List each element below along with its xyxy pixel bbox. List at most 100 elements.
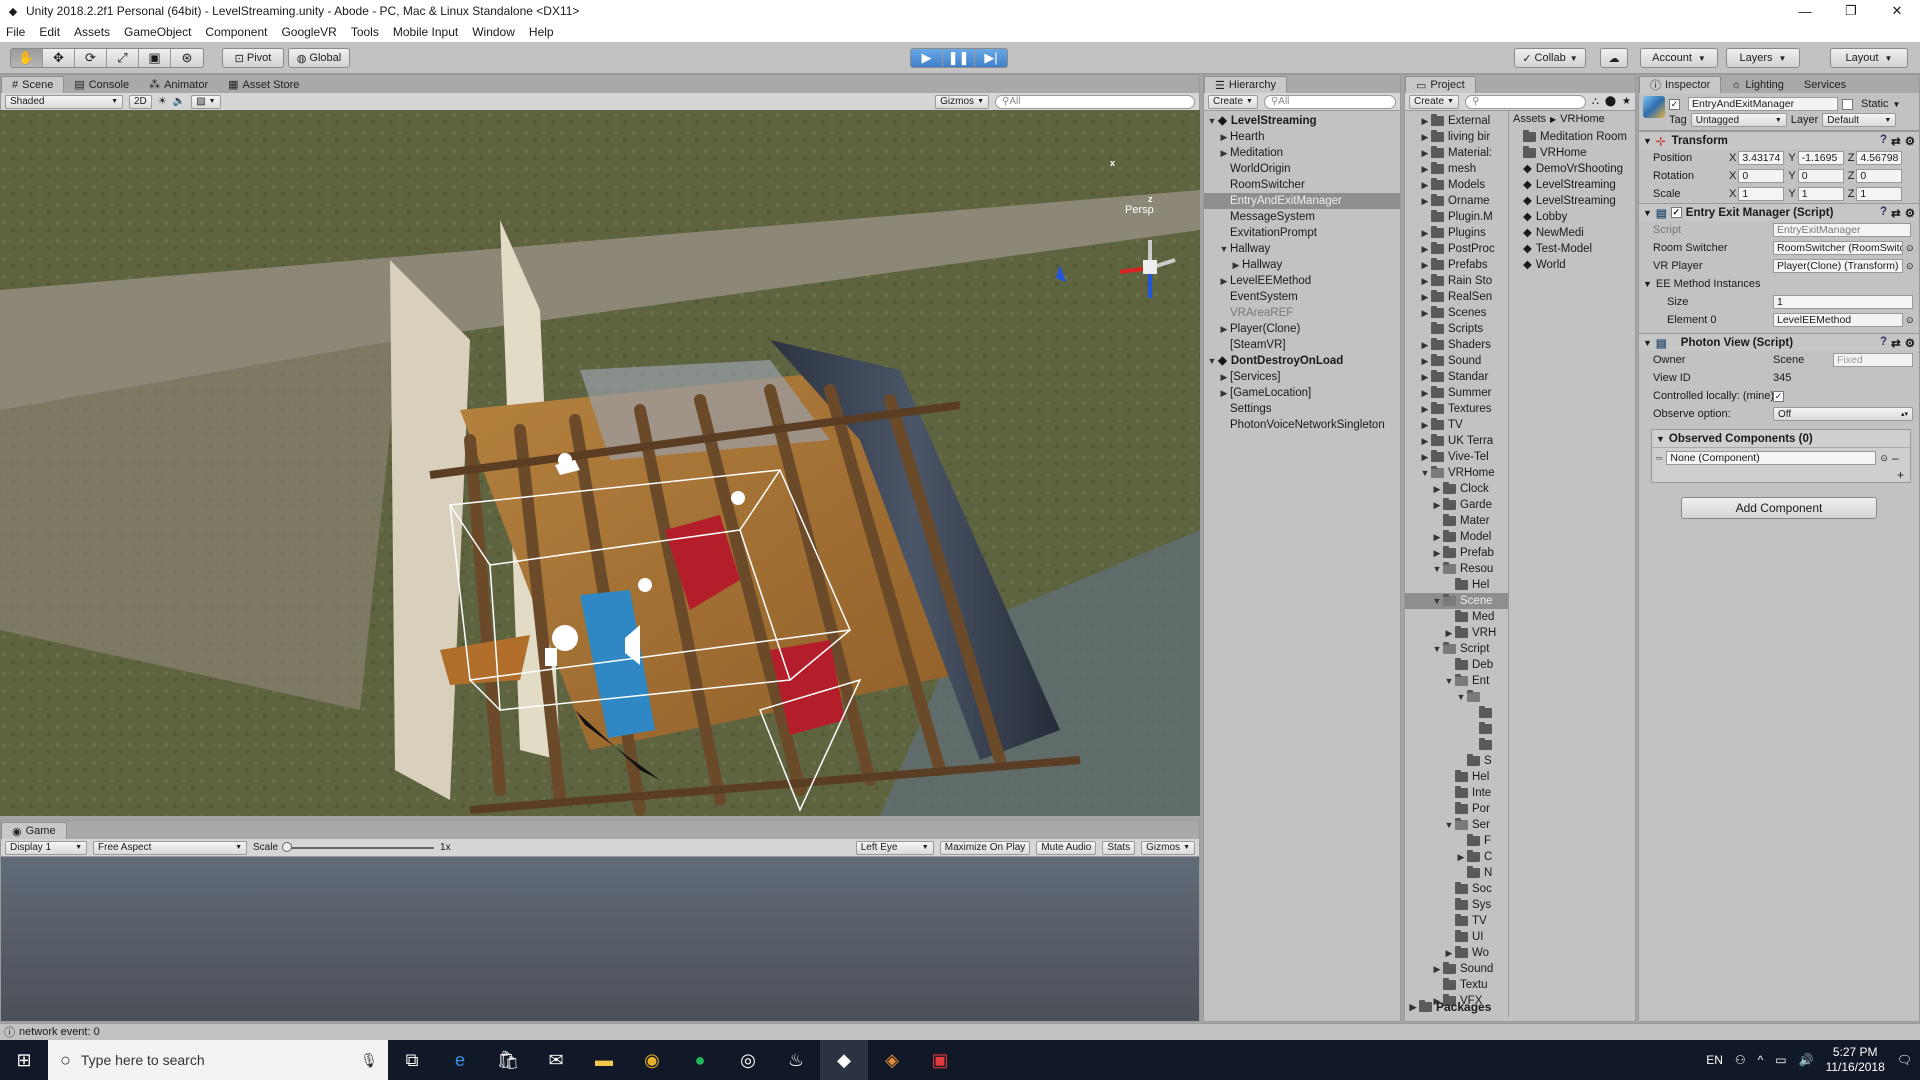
folder-item[interactable]: Sys: [1405, 897, 1508, 913]
expand-arrow-icon[interactable]: ▶: [1419, 337, 1431, 353]
transform-z-field[interactable]: 4.56798: [1856, 151, 1903, 165]
taskbar-search-box[interactable]: ○ Type here to search 🎙: [48, 1040, 388, 1080]
expand-arrow-icon[interactable]: ▼: [1656, 434, 1665, 444]
observed-component-field[interactable]: None (Component): [1666, 451, 1877, 465]
minimize-button[interactable]: —: [1782, 0, 1828, 22]
file-explorer-icon[interactable]: ▬: [580, 1040, 628, 1080]
project-file-item[interactable]: Meditation Room: [1509, 129, 1635, 145]
folder-item[interactable]: Scripts: [1405, 321, 1508, 337]
expand-arrow-icon[interactable]: ▼: [1643, 136, 1652, 146]
tab-game[interactable]: ◉ Game: [1, 822, 67, 839]
folder-item[interactable]: ▶ Textures: [1405, 401, 1508, 417]
expand-arrow-icon[interactable]: ▶: [1419, 353, 1431, 369]
folder-item[interactable]: ▼ Ent: [1405, 673, 1508, 689]
expand-arrow-icon[interactable]: ▼: [1218, 241, 1230, 257]
language-indicator[interactable]: EN: [1706, 1053, 1723, 1067]
folder-item[interactable]: ▶ Models: [1405, 177, 1508, 193]
account-dropdown[interactable]: Account ▼: [1640, 48, 1718, 68]
hierarchy-item[interactable]: Settings: [1204, 401, 1400, 417]
expand-arrow-icon[interactable]: ▶: [1419, 145, 1431, 161]
play-icon[interactable]: ▶: [911, 49, 943, 67]
project-file-item[interactable]: ◆ LevelStreaming: [1509, 193, 1635, 209]
folder-item[interactable]: S: [1405, 753, 1508, 769]
cloud-button[interactable]: ☁: [1600, 48, 1628, 68]
folder-item[interactable]: ▶ TV: [1405, 417, 1508, 433]
element-0-field[interactable]: LevelEEMethod: [1773, 313, 1903, 327]
folder-item[interactable]: ▶ Sound: [1405, 353, 1508, 369]
folder-item[interactable]: Soc: [1405, 881, 1508, 897]
expand-arrow-icon[interactable]: ▶: [1419, 257, 1431, 273]
folder-item[interactable]: ▶ Standar: [1405, 369, 1508, 385]
breadcrumb-assets[interactable]: Assets: [1513, 113, 1546, 125]
project-file-item[interactable]: ◆ World: [1509, 257, 1635, 273]
rect-tool-icon[interactable]: ▣: [139, 49, 171, 67]
expand-arrow-icon[interactable]: ▶: [1419, 225, 1431, 241]
tab-lighting[interactable]: ☼ Lighting: [1721, 76, 1794, 93]
expand-arrow-icon[interactable]: ▶: [1431, 961, 1443, 977]
tab-inspector[interactable]: ⓘ Inspector: [1639, 76, 1722, 93]
hierarchy-item[interactable]: ExvitationPrompt: [1204, 225, 1400, 241]
hierarchy-item[interactable]: ▼ ◆ DontDestroyOnLoad: [1204, 353, 1400, 369]
git-icon[interactable]: ◈: [868, 1040, 916, 1080]
gear-icon[interactable]: ⚙: [1905, 206, 1915, 220]
expand-arrow-icon[interactable]: ▼: [1443, 673, 1455, 689]
folder-item[interactable]: ▶ Summer: [1405, 385, 1508, 401]
tab-scene[interactable]: # Scene: [1, 76, 65, 93]
expand-arrow-icon[interactable]: ▼: [1431, 561, 1443, 577]
hierarchy-item[interactable]: ▶ Meditation: [1204, 145, 1400, 161]
rotate-tool-icon[interactable]: ⟳: [75, 49, 107, 67]
preset-icon[interactable]: ⇄: [1891, 206, 1901, 220]
folder-item[interactable]: ▶ RealSen: [1405, 289, 1508, 305]
preset-icon[interactable]: ⇄: [1891, 336, 1901, 350]
slider-handle[interactable]: [282, 841, 293, 852]
expand-arrow-icon[interactable]: ▼: [1643, 208, 1652, 218]
folder-item[interactable]: ▶ Prefabs: [1405, 257, 1508, 273]
hierarchy-item[interactable]: ▼ ◆ LevelStreaming: [1204, 113, 1400, 129]
tab-console[interactable]: ▤ Console: [64, 76, 139, 93]
store-icon[interactable]: 🛍: [484, 1040, 532, 1080]
filter-type-icon[interactable]: ⛬: [1592, 96, 1599, 107]
project-search-input[interactable]: ⚲: [1464, 94, 1586, 109]
hierarchy-item[interactable]: ▶ Player(Clone): [1204, 321, 1400, 337]
perspective-label[interactable]: Persp: [1125, 204, 1154, 216]
expand-arrow-icon[interactable]: ▶: [1419, 113, 1431, 129]
folder-item[interactable]: ▶ Garde: [1405, 497, 1508, 513]
layout-dropdown[interactable]: Layout ▼: [1830, 48, 1908, 68]
project-file-item[interactable]: ◆ DemoVrShooting: [1509, 161, 1635, 177]
scene-viewport[interactable]: x z Persp: [0, 110, 1200, 816]
transform-x-field[interactable]: 1: [1738, 187, 1785, 201]
hierarchy-item[interactable]: ▼ Hallway: [1204, 241, 1400, 257]
project-file-item[interactable]: ◆ NewMedi: [1509, 225, 1635, 241]
expand-arrow-icon[interactable]: ▶: [1419, 305, 1431, 321]
folder-item[interactable]: N: [1405, 865, 1508, 881]
help-icon[interactable]: ?: [1880, 206, 1887, 220]
controlled-locally-checkbox[interactable]: ✓: [1773, 390, 1784, 402]
transform-y-field[interactable]: -1.1695: [1797, 151, 1844, 165]
room-switcher-field[interactable]: RoomSwitcher (RoomSwitcher): [1773, 241, 1903, 255]
folder-item[interactable]: ▶ Prefab: [1405, 545, 1508, 561]
hierarchy-item[interactable]: ▶ Hearth: [1204, 129, 1400, 145]
expand-arrow-icon[interactable]: ▼: [1443, 817, 1455, 833]
vr-player-field[interactable]: Player(Clone) (Transform): [1773, 259, 1903, 273]
hierarchy-item[interactable]: EntryAndExitManager: [1204, 193, 1400, 209]
tag-dropdown[interactable]: Untagged ▼: [1690, 113, 1787, 127]
folder-item[interactable]: ▶ VRH: [1405, 625, 1508, 641]
photon-view-header[interactable]: ▼ ▤ Photon View (Script) ? ⇄ ⚙: [1639, 333, 1919, 351]
menu-tools[interactable]: Tools: [351, 25, 379, 39]
expand-arrow-icon[interactable]: ▶: [1230, 257, 1242, 273]
menu-mobile-input[interactable]: Mobile Input: [393, 25, 458, 39]
expand-arrow-icon[interactable]: ▶: [1431, 481, 1443, 497]
expand-arrow-icon[interactable]: ▶: [1419, 449, 1431, 465]
hierarchy-item[interactable]: ▶ LevelEEMethod: [1204, 273, 1400, 289]
chrome-icon[interactable]: ◉: [628, 1040, 676, 1080]
tab-services[interactable]: Services: [1794, 76, 1856, 93]
project-create-dropdown[interactable]: Create ▼: [1409, 94, 1459, 109]
folder-item[interactable]: ▶ PostProc: [1405, 241, 1508, 257]
expand-arrow-icon[interactable]: ▶: [1407, 1002, 1419, 1013]
tab-animator[interactable]: ⁂ Animator: [139, 76, 218, 93]
system-clock[interactable]: 5:27 PM 11/16/2018: [1826, 1045, 1885, 1075]
object-picker-icon[interactable]: ⊙: [1906, 243, 1914, 254]
expand-arrow-icon[interactable]: ▶: [1419, 177, 1431, 193]
effects-dropdown[interactable]: ▨ ▼: [191, 94, 221, 109]
expand-arrow-icon[interactable]: ▼: [1455, 689, 1467, 705]
